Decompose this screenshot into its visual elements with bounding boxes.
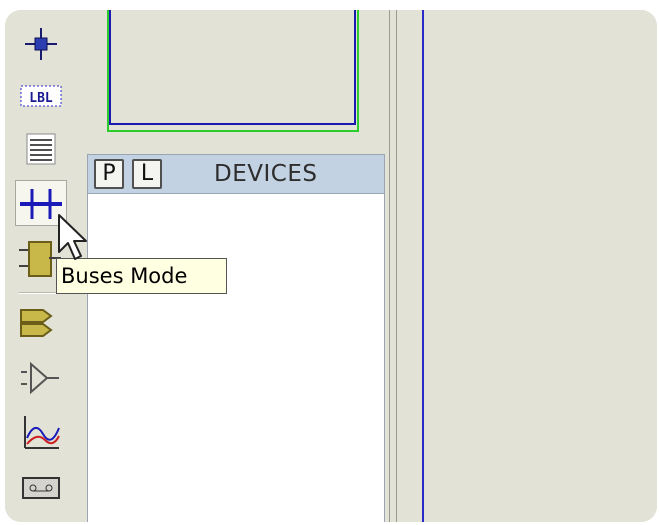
overview-window[interactable] bbox=[85, 10, 385, 148]
graph-icon bbox=[24, 416, 60, 449]
pick-devices-button[interactable]: P bbox=[94, 159, 124, 189]
terminal-mode-button[interactable] bbox=[15, 298, 67, 344]
tape-recorder-icon bbox=[22, 477, 60, 499]
devices-title: DEVICES bbox=[214, 161, 318, 187]
wire-label-icon: LBL bbox=[20, 85, 62, 107]
library-manager-button[interactable]: L bbox=[132, 159, 162, 189]
device-pin-icon bbox=[21, 361, 59, 395]
device-pin-button[interactable] bbox=[15, 356, 67, 402]
text-script-button[interactable] bbox=[15, 128, 67, 174]
terminal-icon bbox=[20, 309, 53, 337]
visible-area-frame bbox=[109, 10, 356, 125]
wire-label-button[interactable]: LBL bbox=[15, 74, 67, 120]
panel-splitter[interactable] bbox=[389, 10, 397, 522]
sheet-edge-line bbox=[422, 10, 424, 522]
mouse-cursor-icon bbox=[58, 214, 87, 260]
component-crosshair-icon bbox=[25, 28, 57, 60]
devices-header: P L DEVICES bbox=[87, 154, 385, 194]
svg-text:LBL: LBL bbox=[29, 91, 53, 106]
component-mode-button[interactable] bbox=[15, 20, 67, 66]
text-script-icon bbox=[26, 133, 56, 165]
graph-mode-button[interactable] bbox=[15, 410, 67, 456]
device-list[interactable] bbox=[87, 194, 385, 522]
editing-window[interactable] bbox=[397, 10, 657, 522]
tape-recorder-button[interactable] bbox=[15, 466, 67, 512]
